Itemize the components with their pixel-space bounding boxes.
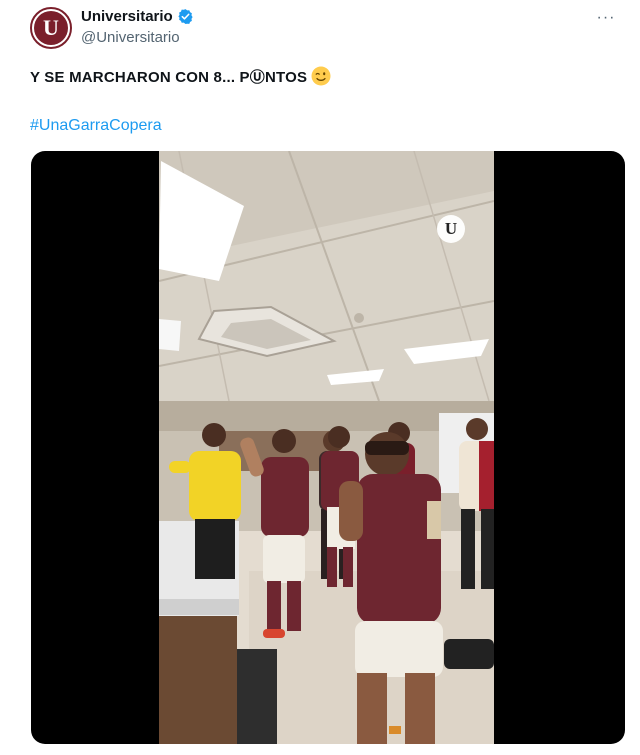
display-name[interactable]: Universitario xyxy=(81,8,173,25)
video-frame[interactable]: U xyxy=(159,151,494,744)
video-player[interactable]: U xyxy=(31,151,625,744)
profile-avatar[interactable]: U xyxy=(30,7,72,49)
more-icon: ··· xyxy=(596,9,616,26)
avatar-logo: U xyxy=(34,11,68,45)
tweet: U Universitario @Universitario ··· Y SE … xyxy=(0,0,640,755)
hashtag-link[interactable]: #UnaGarraCopera xyxy=(30,117,162,135)
author-name-row: Universitario xyxy=(81,8,194,25)
winking-face-icon xyxy=(311,66,331,86)
verified-badge-icon xyxy=(178,9,193,24)
tweet-text-body: Y SE MARCHARON CON 8... PⓊNTOS xyxy=(30,69,308,86)
club-logo-icon: U xyxy=(437,215,465,243)
more-options-button[interactable]: ··· xyxy=(592,6,620,30)
tweet-text: Y SE MARCHARON CON 8... PⓊNTOS xyxy=(30,66,331,87)
account-handle[interactable]: @Universitario xyxy=(81,29,180,46)
